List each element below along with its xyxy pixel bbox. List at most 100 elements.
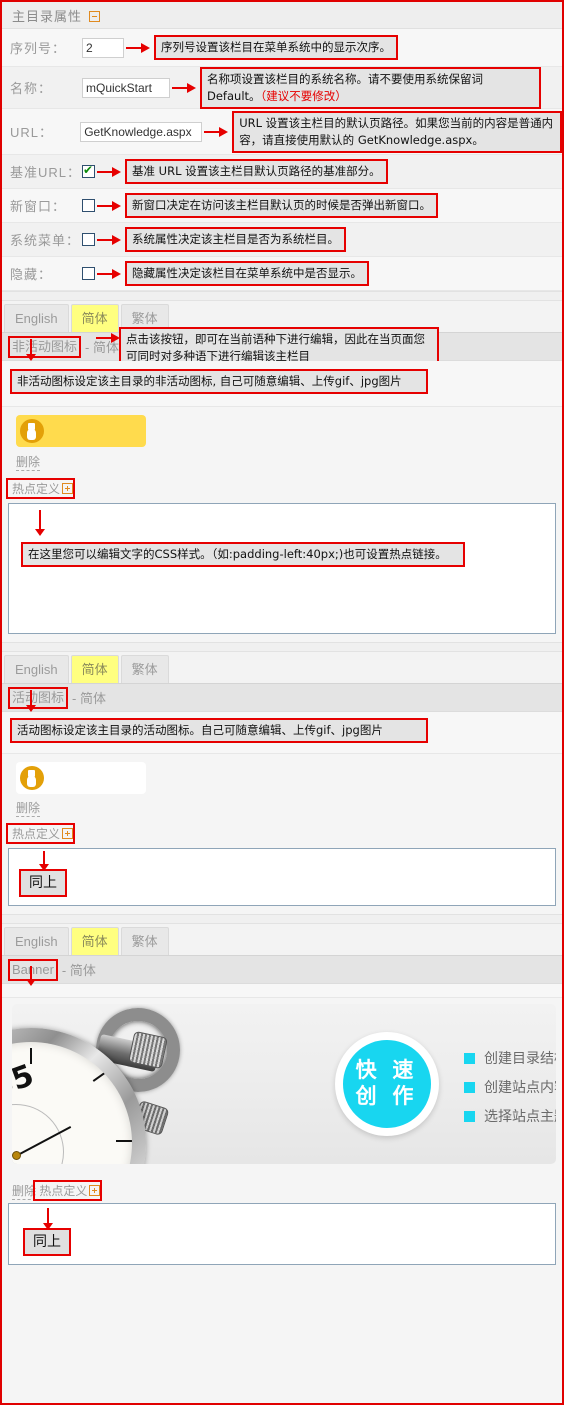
note-inactive-icon: 非活动图标设定该主目录的非活动图标, 自己可随意编辑、上传gif、jpg图片: [10, 369, 428, 394]
form-row-base-url: 基准URL： 基准 URL 设置该主栏目默认页路径的基准部分。: [2, 155, 562, 189]
hand-pointer-icon: [20, 419, 44, 443]
inactive-icon-preview-area: 删除 热点定义: [2, 407, 562, 503]
tab-traditional[interactable]: 繁体: [120, 655, 169, 683]
section-banner: English 简体 繁体 Banner - 简体 Banner设定该主栏目的形…: [2, 924, 562, 1265]
url-input[interactable]: [80, 121, 203, 142]
label-system-menu: 系统菜单：: [10, 233, 81, 248]
note-sequence: 序列号设置该栏目在菜单系统中的显示次序。: [154, 35, 398, 60]
sequence-input[interactable]: [82, 37, 124, 58]
stopwatch-illustration: 50 55 5 10 50 40 30 20 10: [12, 1004, 276, 1164]
section-divider: [2, 642, 562, 652]
arrow-down-icon: [26, 690, 36, 712]
arrow-right-icon: [97, 200, 123, 211]
label-new-window: 新窗口：: [10, 199, 67, 214]
main-directory-properties-panel: 主目录属性 序列号： 序列号设置该栏目在菜单系统中的显示次序。 名称： 名称项设…: [0, 0, 564, 1405]
tab-simplified[interactable]: 简体: [70, 304, 119, 332]
hotspot-editor-inactive[interactable]: 在这里您可以编辑文字的CSS样式。（如:padding-left:40px;)也…: [8, 503, 556, 634]
tab-english[interactable]: English: [4, 927, 69, 955]
form-row-url: URL： URL 设置该主栏目的默认页路径。如果您当前的内容是普通内容，请直接使…: [2, 109, 562, 155]
list-item: 选择站点主题: [464, 1106, 556, 1126]
arrow-down-icon: [35, 510, 45, 536]
banner-image-preview[interactable]: 50 55 5 10 50 40 30 20 10 快 速: [12, 1004, 556, 1164]
arrow-right-icon: [126, 42, 152, 53]
label-active-icon-suffix: - 简体: [72, 691, 106, 706]
note-active-icon: 活动图标设定该主目录的活动图标。自己可随意编辑、上传gif、jpg图片: [10, 718, 428, 743]
tab-english[interactable]: English: [4, 655, 69, 683]
label-banner-suffix: - 简体: [61, 963, 96, 978]
system-menu-checkbox[interactable]: [82, 233, 95, 246]
section-active-icon: English 简体 繁体 活动图标 - 简体 活动图标设定该主目录的活动图标。…: [2, 652, 562, 906]
hotspot-editor-banner[interactable]: 同上: [8, 1203, 556, 1265]
delete-link-active-icon[interactable]: 删除: [16, 801, 41, 817]
bullet-square-icon: [464, 1052, 475, 1064]
plus-box-icon[interactable]: [62, 483, 74, 494]
banner-circle-line2: 创 作: [355, 1085, 419, 1108]
row-inactive-icon-note: 非活动图标设定该主目录的非活动图标, 自己可随意编辑、上传gif、jpg图片: [2, 339, 562, 407]
bullet-square-icon: [464, 1081, 475, 1093]
hotspot-editor-active[interactable]: 同上: [8, 848, 556, 906]
note-hidden: 隐藏属性决定该栏目在菜单系统中是否显示。: [125, 261, 369, 286]
note-url: URL 设置该主栏目的默认页路径。如果您当前的内容是普通内容，请直接使用默认的 …: [232, 110, 562, 153]
name-input[interactable]: [82, 77, 170, 98]
arrow-right-icon: [96, 333, 122, 343]
arrow-right-icon: [97, 166, 123, 177]
subbar-banner: Banner - 简体: [2, 956, 562, 984]
hotspot-definition-label-inactive[interactable]: 热点定义: [12, 480, 74, 497]
hand-pointer-icon: [20, 766, 44, 790]
delete-link-inactive-icon[interactable]: 删除: [16, 455, 41, 471]
arrow-right-icon: [172, 82, 198, 93]
note-system-menu: 系统属性决定该主栏目是否为系统栏目。: [125, 227, 346, 252]
arrow-right-icon: [97, 234, 123, 245]
hotspot-definition-label-active[interactable]: 热点定义: [12, 825, 74, 842]
form-row-name: 名称： 名称项设置该栏目的系统名称。请不要使用系统保留词 Default。（建议…: [2, 66, 562, 109]
form-row-system-menu: 系统菜单： 系统属性决定该主栏目是否为系统栏目。: [2, 223, 562, 257]
note-new-window: 新窗口决定在访问该主栏目默认页的时候是否弹出新窗口。: [125, 193, 438, 218]
list-item: 创建目录结构: [464, 1048, 556, 1068]
plus-box-icon[interactable]: [89, 1185, 101, 1196]
language-tabs-banner: English 简体 繁体: [2, 924, 562, 956]
minus-box-icon[interactable]: [89, 10, 101, 22]
label-url: URL：: [10, 125, 54, 140]
label-base-url: 基准URL：: [10, 165, 82, 180]
subbar-active-icon: 活动图标 - 简体: [2, 684, 562, 712]
arrow-down-icon: [26, 966, 36, 986]
hidden-checkbox[interactable]: [82, 267, 95, 280]
arrow-down-icon: [39, 851, 49, 871]
label-hidden: 隐藏：: [10, 267, 53, 282]
banner-actions: 删除 热点定义: [2, 1164, 562, 1203]
form-row-sequence: 序列号： 序列号设置该栏目在菜单系统中的显示次序。: [2, 29, 562, 67]
arrow-right-icon: [97, 268, 123, 279]
active-icon-tile[interactable]: [16, 762, 146, 794]
banner-circle-line1: 快 速: [355, 1059, 419, 1082]
arrow-down-icon: [43, 1208, 53, 1230]
sw-num-55: 55: [12, 1057, 39, 1106]
arrow-right-icon: [204, 126, 230, 137]
inactive-icon-tile[interactable]: [16, 415, 146, 447]
panel-header: 主目录属性: [2, 2, 562, 29]
section-divider: [2, 914, 562, 924]
new-window-checkbox[interactable]: [82, 199, 95, 212]
form-row-new-window: 新窗口： 新窗口决定在访问该主栏目默认页的时候是否弹出新窗口。: [2, 189, 562, 223]
same-as-above-button-banner[interactable]: 同上: [23, 1228, 71, 1256]
same-as-above-button-active[interactable]: 同上: [19, 869, 67, 897]
sw-num-5: 5: [80, 1162, 121, 1164]
tab-traditional[interactable]: 繁体: [120, 927, 169, 955]
banner-circle-badge: 快 速 创 作: [335, 1032, 439, 1136]
tab-english[interactable]: English: [4, 304, 69, 332]
list-item: 创建站点内容: [464, 1077, 556, 1097]
tab-simplified[interactable]: 简体: [70, 655, 119, 683]
section-inactive-icon: English 简体 繁体 点击该按钮，即可在当前语种下进行编辑，因此在当页面您…: [2, 301, 562, 634]
language-tabs-active: English 简体 繁体: [2, 652, 562, 684]
arrow-down-icon: [26, 339, 36, 361]
active-icon-preview-area: 删除 热点定义: [2, 754, 562, 848]
row-active-icon-note: 活动图标设定该主目录的活动图标。自己可随意编辑、上传gif、jpg图片: [2, 690, 562, 754]
plus-box-icon[interactable]: [62, 828, 74, 839]
banner-bullet-list: 创建目录结构 创建站点内容 选择站点主题: [464, 1048, 556, 1135]
tab-simplified[interactable]: 简体: [70, 927, 119, 955]
note-hotspot-css: 在这里您可以编辑文字的CSS样式。（如:padding-left:40px;)也…: [21, 542, 465, 567]
label-sequence: 序列号：: [10, 41, 67, 56]
page-title: 主目录属性: [12, 8, 83, 24]
base-url-checkbox[interactable]: [82, 163, 95, 178]
note-base-url: 基准 URL 设置该主栏目默认页路径的基准部分。: [125, 159, 388, 184]
hotspot-definition-label-banner[interactable]: 热点定义: [39, 1182, 101, 1199]
